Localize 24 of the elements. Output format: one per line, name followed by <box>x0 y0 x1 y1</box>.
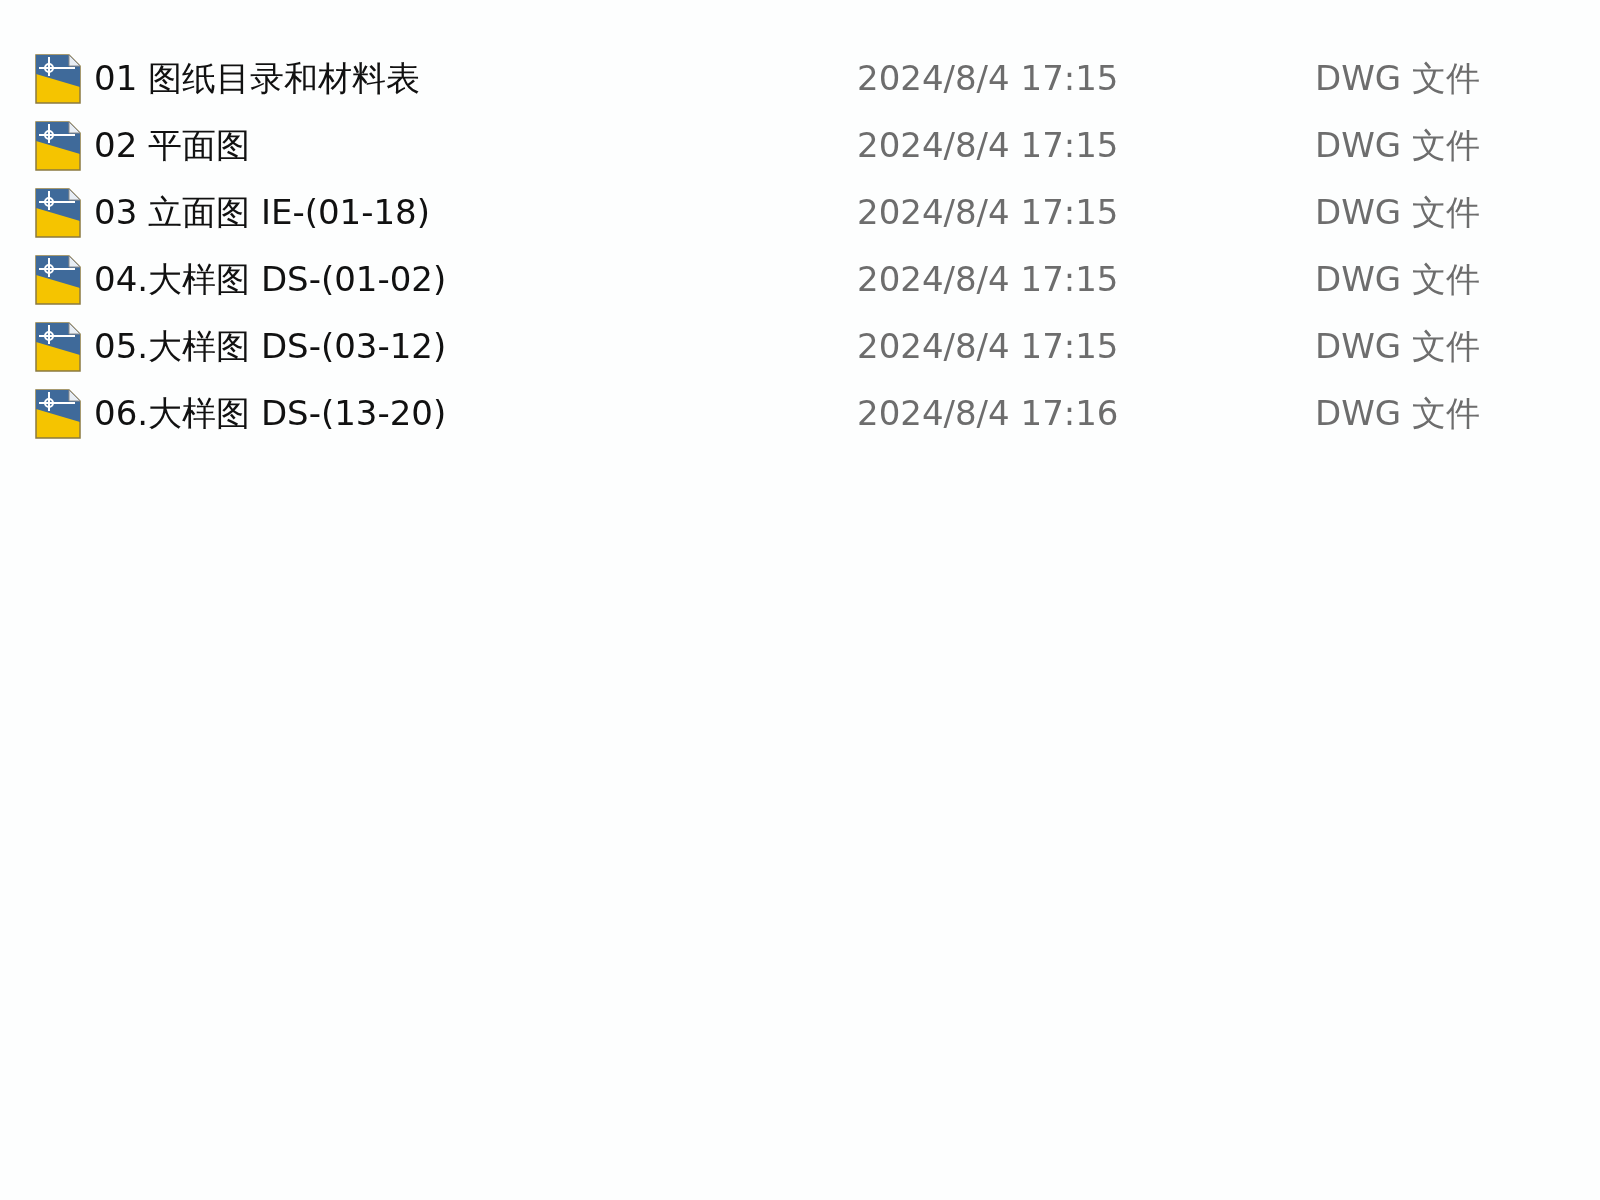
file-name[interactable]: 06.大样图 DS-(13-20) <box>94 388 857 439</box>
file-type: DWG 文件 <box>1315 191 1480 234</box>
modified-date: 2024/8/4 17:15 <box>857 191 1120 234</box>
file-type: DWG 文件 <box>1315 392 1480 435</box>
file-type: DWG 文件 <box>1315 258 1480 301</box>
drawing-file-icon <box>35 120 81 171</box>
drawing-file-icon <box>35 388 81 439</box>
modified-date: 2024/8/4 17:15 <box>857 124 1120 167</box>
file-name[interactable]: 04.大样图 DS-(01-02) <box>94 254 857 305</box>
file-type: DWG 文件 <box>1315 325 1480 368</box>
modified-date: 2024/8/4 17:16 <box>857 392 1120 435</box>
file-name[interactable]: 01 图纸目录和材料表 <box>94 53 857 104</box>
drawing-file-icon <box>35 321 81 372</box>
file-name[interactable]: 02 平面图 <box>94 120 857 171</box>
modified-date: 2024/8/4 17:15 <box>857 57 1120 100</box>
file-type: DWG 文件 <box>1315 124 1480 167</box>
modified-date: 2024/8/4 17:15 <box>857 258 1120 301</box>
drawing-file-icon <box>35 187 81 238</box>
drawing-file-icon <box>35 254 81 305</box>
file-name[interactable]: 05.大样图 DS-(03-12) <box>94 321 857 372</box>
modified-date: 2024/8/4 17:15 <box>857 325 1120 368</box>
file-name[interactable]: 03 立面图 IE-(01-18) <box>94 187 857 238</box>
file-type: DWG 文件 <box>1315 57 1480 100</box>
drawing-file-icon <box>35 53 81 104</box>
